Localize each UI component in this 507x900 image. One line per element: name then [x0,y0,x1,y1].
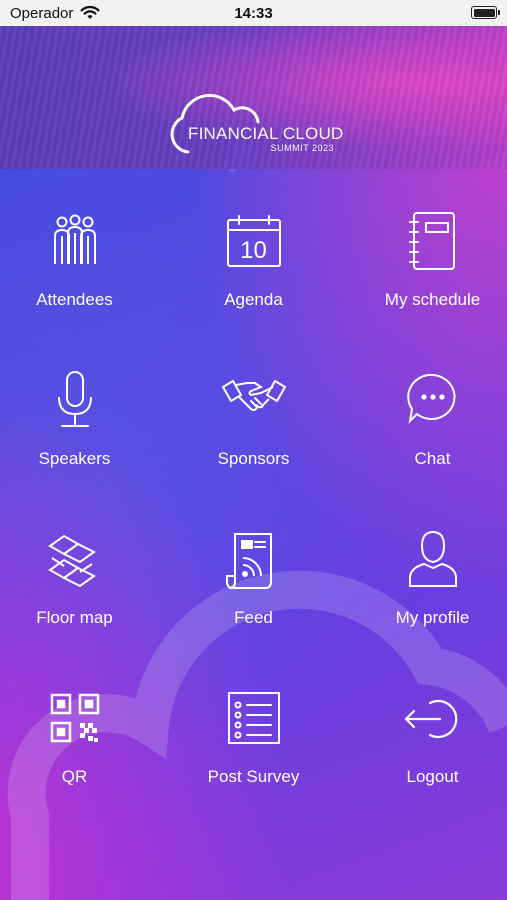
battery-icon [471,6,500,19]
attendees-icon [53,214,96,264]
chat-bubble-icon [406,373,456,424]
menu-my-schedule[interactable]: My schedule [348,210,507,360]
menu-label: Logout [406,767,459,786]
logout-icon [404,699,457,739]
logo-title: FINANCIAL CLOUD [188,124,344,143]
survey-list-icon [227,692,280,744]
qr-code-icon [50,693,99,743]
status-bar: Operador 14:33 [0,0,507,26]
menu-sponsors[interactable]: Sponsors [169,369,338,519]
clock: 14:33 [234,5,273,22]
user-icon [408,530,457,587]
floor-map-icon [47,534,96,588]
rss-scroll-icon [225,533,272,589]
menu-label: Post Survey [207,767,300,786]
menu-my-profile[interactable]: My profile [348,528,507,678]
menu-attendees[interactable]: Attendees [0,210,159,360]
notebook-icon [408,212,455,270]
menu-label: Sponsors [217,449,290,468]
event-logo: FINANCIAL CLOUD SUMMIT 2023 [166,94,346,156]
menu-chat[interactable]: Chat [348,369,507,519]
menu-label: Agenda [224,290,283,309]
microphone-icon [57,371,92,427]
menu-label: Speakers [38,449,111,468]
handshake-icon [221,379,286,411]
menu-label: Feed [234,608,273,627]
menu-post-survey[interactable]: Post Survey [169,687,338,837]
menu-logout[interactable]: Logout [348,687,507,837]
logo-subtitle: SUMMIT 2023 [270,143,334,153]
event-header-banner: FINANCIAL CLOUD SUMMIT 2023 [0,26,507,169]
menu-label: Chat [414,449,451,468]
menu-label: My profile [395,608,470,627]
menu-label: QR [61,767,88,786]
menu-agenda[interactable]: 10 Agenda [169,210,338,360]
menu-label: Attendees [36,290,113,309]
menu-label: My schedule [384,290,481,309]
menu-floor-map[interactable]: Floor map [0,528,159,678]
menu-label: Floor map [36,608,113,627]
menu-speakers[interactable]: Speakers [0,369,159,519]
menu-feed[interactable]: Feed [169,528,338,678]
calendar-day-number: 10 [240,237,267,264]
cloud-logo-icon [170,94,260,154]
menu-qr[interactable]: QR [0,687,159,837]
